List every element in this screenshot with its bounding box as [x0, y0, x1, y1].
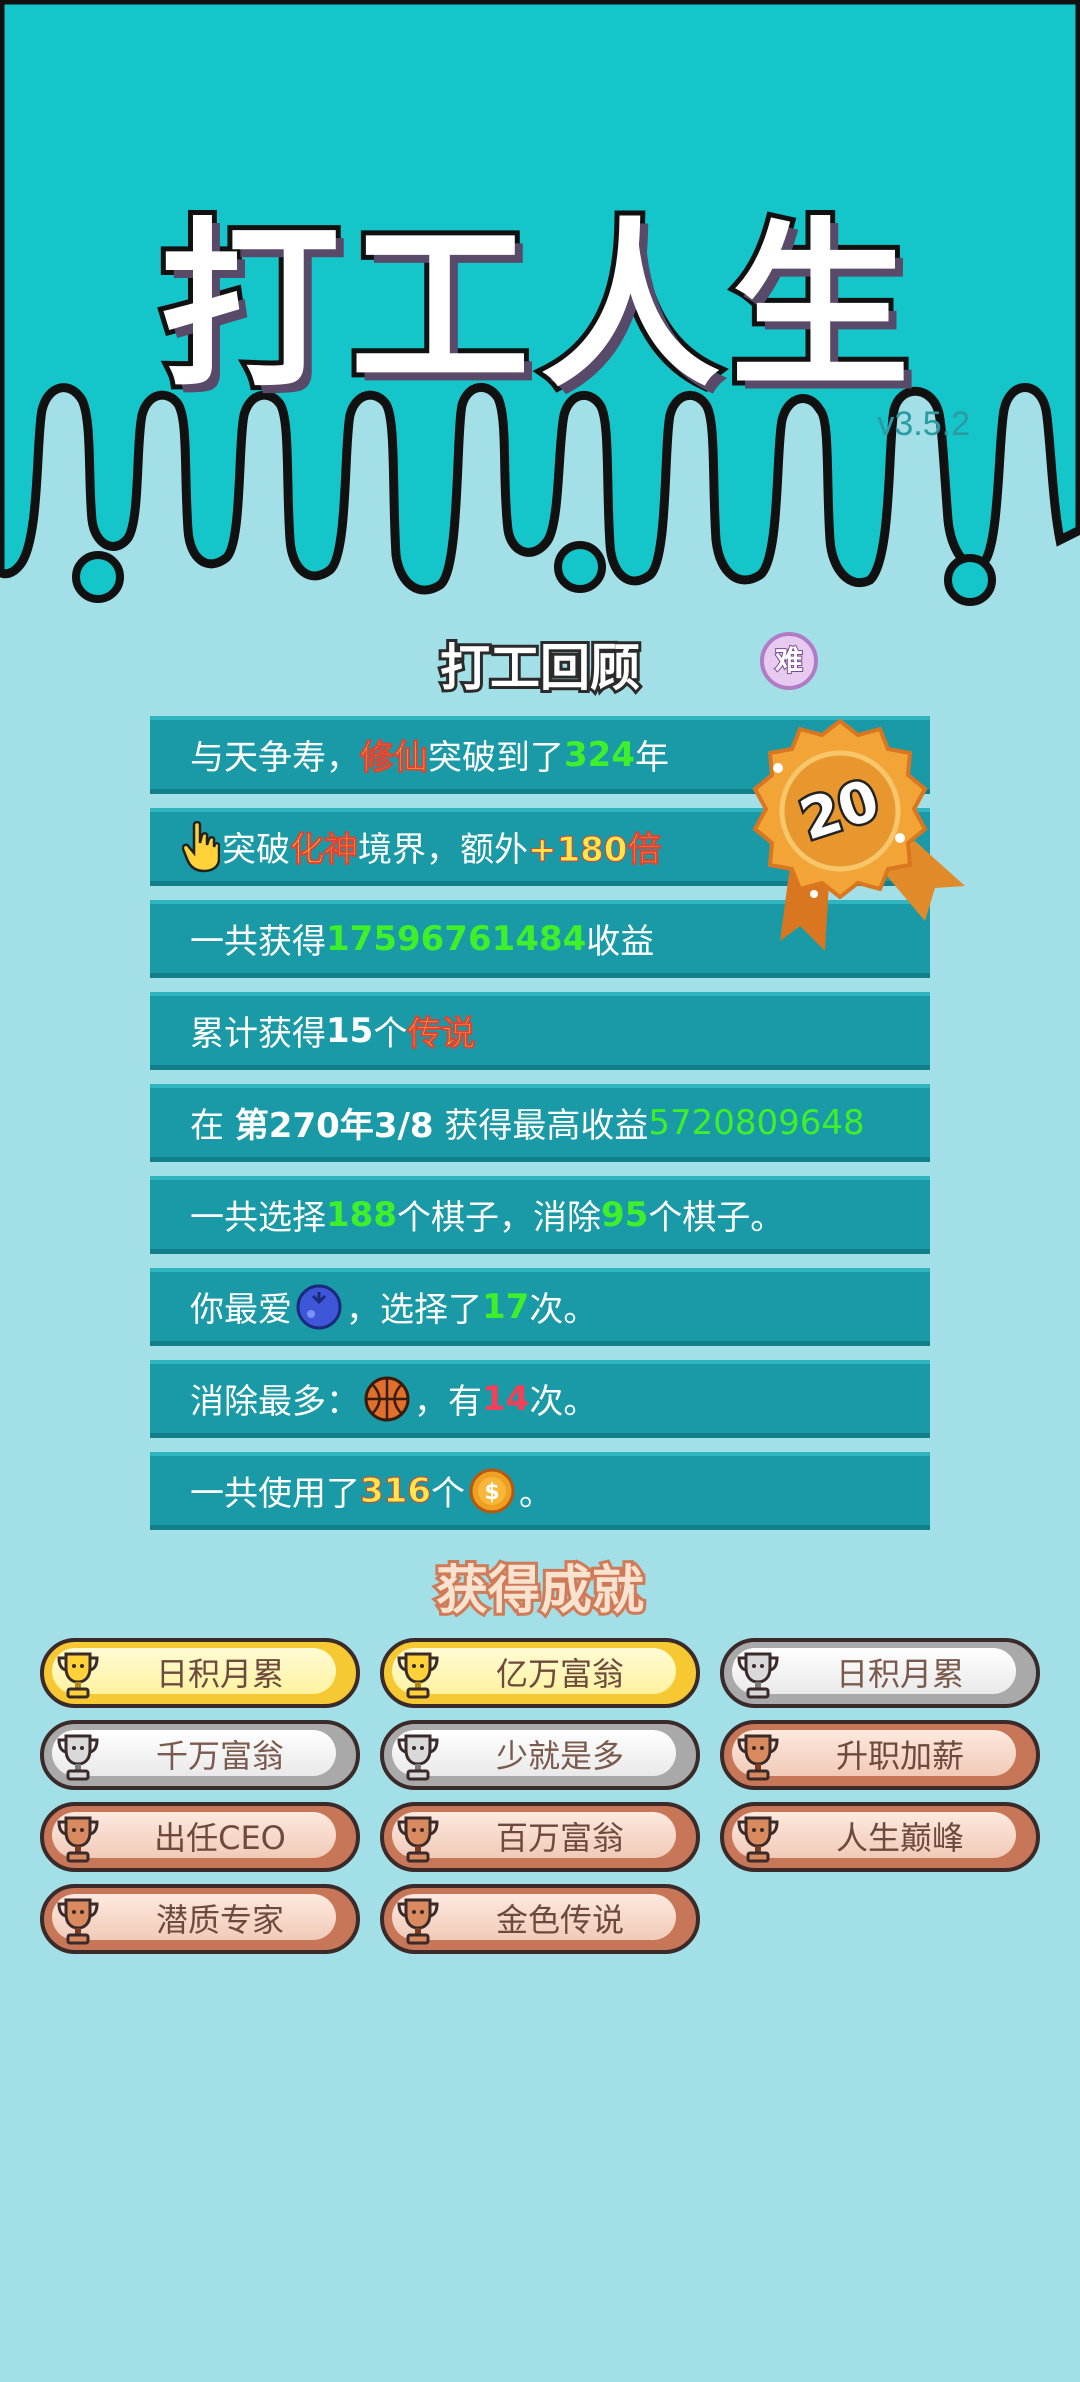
achievement-badge: 日积月累	[720, 1638, 1040, 1708]
achievement-badge: 升职加薪	[720, 1720, 1040, 1790]
stat-row: 消除最多： ，有 14 次。	[150, 1360, 930, 1438]
stat-text: 个棋子。	[648, 1198, 785, 1238]
achievements-title: 获得成就	[433, 1558, 647, 1624]
stat-text: ，有	[414, 1382, 482, 1422]
stat-text: 一共使用了	[190, 1474, 360, 1514]
stat-row: 累计获得 15 个传说	[150, 992, 930, 1070]
trophy-icon	[396, 1814, 440, 1868]
achievement-label: 日积月累	[835, 1655, 964, 1693]
basketball-icon	[364, 1376, 410, 1422]
achievement-label: 少就是多	[495, 1737, 624, 1775]
stat-text: 316	[360, 1470, 432, 1511]
achievement-badge: 千万富翁	[40, 1720, 360, 1790]
stat-text: 95	[600, 1194, 649, 1235]
stat-text: 15	[326, 1010, 374, 1051]
stat-text: 消除最多：	[190, 1382, 360, 1422]
stat-text: 与天争寿，	[190, 738, 360, 778]
stat-text: 次。	[529, 1382, 598, 1422]
pointing-hand-icon	[181, 820, 221, 873]
stat-text: 化神	[290, 830, 359, 871]
achievement-badge: 少就是多	[380, 1720, 700, 1790]
stat-text: ，选择了	[346, 1290, 482, 1330]
version-label: v3.5.2	[877, 405, 970, 443]
trophy-icon	[396, 1732, 440, 1786]
stat-text: 。	[518, 1474, 553, 1514]
achievement-label: 人生巅峰	[835, 1819, 964, 1857]
stat-text: 境界，额外	[358, 830, 528, 870]
stat-row: 一共选择 188 个棋子，消除 95 个棋子。	[150, 1176, 930, 1254]
stat-text: 突破	[222, 830, 290, 870]
trophy-icon	[736, 1732, 780, 1786]
stat-text: 年	[634, 738, 669, 778]
stat-text: 获得最高收益	[433, 1106, 649, 1146]
trophy-icon	[56, 1732, 100, 1786]
stat-text: 在	[190, 1106, 235, 1146]
stat-text: +180倍	[527, 830, 662, 871]
stat-text: 个棋子，消除	[396, 1198, 601, 1238]
achievement-label: 金色传说	[495, 1901, 624, 1939]
achievement-label: 亿万富翁	[495, 1655, 624, 1693]
stat-text: 突破到了	[428, 738, 564, 778]
achievement-label: 升职加薪	[835, 1737, 964, 1775]
achievement-label: 潜质专家	[155, 1901, 284, 1939]
achievement-label: 日积月累	[155, 1655, 284, 1693]
stat-text: 你最爱	[190, 1290, 292, 1330]
rank-medal-icon: 20	[752, 718, 965, 951]
stat-text: 累计获得	[190, 1014, 326, 1054]
stat-row: 你最爱 ，选择了 17 次。	[150, 1268, 930, 1346]
stat-text: 17	[482, 1286, 530, 1327]
stat-text: 第270年3/8	[234, 1106, 434, 1146]
stat-text: 17596761484	[326, 918, 587, 959]
trophy-icon	[56, 1814, 100, 1868]
trophy-icon	[736, 1650, 780, 1704]
stat-text: 一共获得	[190, 922, 326, 962]
stat-text: 5720809648	[648, 1102, 865, 1143]
header: 打工人生 v3.5.2	[0, 0, 1080, 620]
trophy-icon	[56, 1650, 100, 1704]
stat-row: 在 第270年3/8 获得最高收益 5720809648	[150, 1084, 930, 1162]
trophy-icon	[56, 1896, 100, 1950]
trophy-icon	[736, 1814, 780, 1868]
achievement-badge: 人生巅峰	[720, 1802, 1040, 1872]
coin-icon: $	[469, 1468, 515, 1514]
achievement-badge: 出任CEO	[40, 1802, 360, 1872]
blueberry-icon	[296, 1284, 342, 1330]
trophy-icon	[396, 1650, 440, 1704]
achievement-label: 出任CEO	[154, 1819, 286, 1857]
stat-text: 次。	[529, 1290, 598, 1330]
achievement-badge: 日积月累	[40, 1638, 360, 1708]
stat-text: 一共选择	[190, 1198, 326, 1238]
achievement-badge: 百万富翁	[380, 1802, 700, 1872]
achievement-label: 千万富翁	[155, 1737, 284, 1775]
svg-text:$: $	[484, 1480, 499, 1505]
trophy-icon	[396, 1896, 440, 1950]
stat-text: 收益	[586, 922, 655, 962]
achievement-badge: 亿万富翁	[380, 1638, 700, 1708]
game-title: 打工人生	[155, 198, 920, 417]
difficulty-badge: 难	[760, 632, 818, 690]
review-title: 打工回顾	[437, 636, 643, 700]
stat-text: 修仙	[360, 738, 429, 779]
achievement-badge: 潜质专家	[40, 1884, 360, 1954]
stat-text: 188	[326, 1194, 397, 1235]
stat-text: 14	[482, 1378, 530, 1419]
achievement-label: 百万富翁	[495, 1819, 624, 1857]
stat-text: 324	[564, 734, 635, 775]
stat-row: 一共使用了 316 个 $ 。	[150, 1452, 930, 1530]
stat-text: 个	[373, 1014, 408, 1054]
stat-text: 个	[430, 1474, 465, 1514]
stat-text: 传说	[407, 1014, 476, 1055]
achievement-badge: 金色传说	[380, 1884, 700, 1954]
